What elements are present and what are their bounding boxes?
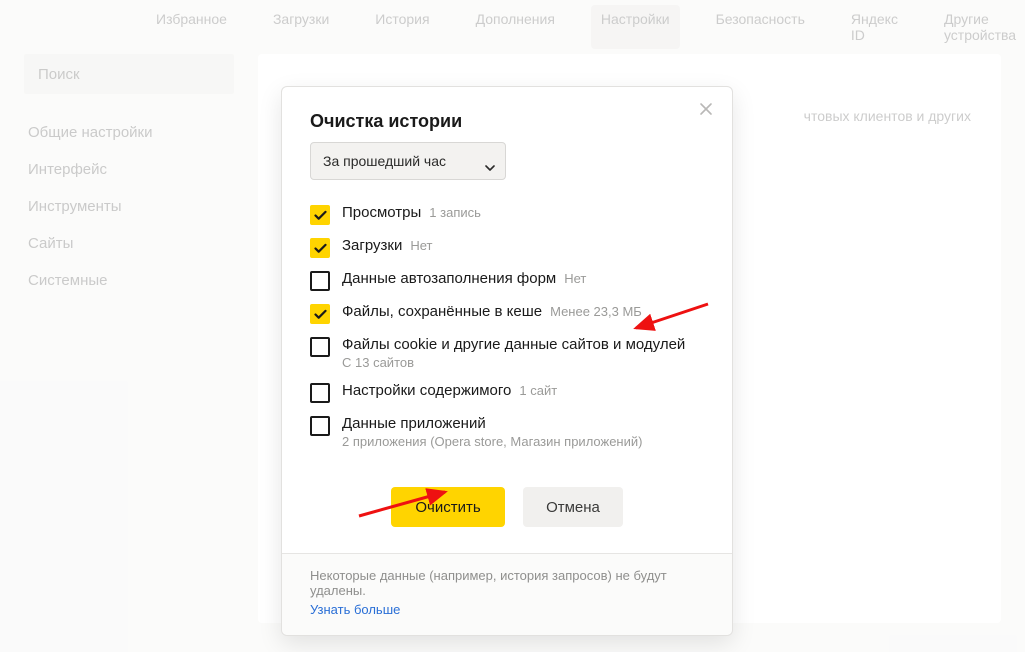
checkbox-label: Файлы cookie и другие данные сайтов и мо… xyxy=(342,336,685,353)
checkbox-label: Данные автозаполнения форм xyxy=(342,270,556,287)
dialog-title: Очистка истории xyxy=(310,111,704,132)
clear-data-list: Просмотры 1 запись Загрузки Нет xyxy=(282,194,732,467)
cancel-button[interactable]: Отмена xyxy=(523,487,623,527)
checkbox-hint: Менее 23,3 МБ xyxy=(550,304,642,319)
list-item-browsing: Просмотры 1 запись xyxy=(310,198,704,231)
checkbox-subtext: С 13 сайтов xyxy=(342,355,685,370)
checkbox-label: Файлы, сохранённые в кеше xyxy=(342,303,542,320)
checkbox-hint: 1 запись xyxy=(429,205,481,220)
checkbox-label: Загрузки xyxy=(342,237,402,254)
checkbox-subtext: 2 приложения (Opera store, Магазин прило… xyxy=(342,434,642,449)
chevron-down-icon xyxy=(485,158,495,174)
close-icon[interactable] xyxy=(698,101,718,121)
checkbox-content-settings[interactable] xyxy=(310,383,330,403)
checkbox-hint: Нет xyxy=(564,271,586,286)
checkbox-hint: 1 сайт xyxy=(519,383,557,398)
checkbox-app-data[interactable] xyxy=(310,416,330,436)
checkbox-browsing[interactable] xyxy=(310,205,330,225)
checkbox-hint: Нет xyxy=(410,238,432,253)
clear-history-dialog: Очистка истории За прошедший час Просмот… xyxy=(281,86,733,636)
list-item-cookies: Файлы cookie и другие данные сайтов и мо… xyxy=(310,330,704,376)
dialog-footer-note: Некоторые данные (например, история запр… xyxy=(310,568,704,598)
list-item-downloads: Загрузки Нет xyxy=(310,231,704,264)
checkbox-cache[interactable] xyxy=(310,304,330,324)
clear-button[interactable]: Очистить xyxy=(391,487,505,527)
checkbox-label: Просмотры xyxy=(342,204,421,221)
time-range-value: За прошедший час xyxy=(323,153,446,169)
list-item-autofill: Данные автозаполнения форм Нет xyxy=(310,264,704,297)
checkbox-downloads[interactable] xyxy=(310,238,330,258)
checkbox-label: Данные приложений xyxy=(342,415,486,432)
list-item-content-settings: Настройки содержимого 1 сайт xyxy=(310,376,704,409)
checkbox-label: Настройки содержимого xyxy=(342,382,511,399)
dialog-learn-more-link[interactable]: Узнать больше xyxy=(310,602,400,617)
time-range-select[interactable]: За прошедший час xyxy=(310,142,506,180)
checkbox-autofill[interactable] xyxy=(310,271,330,291)
list-item-app-data: Данные приложений 2 приложения (Opera st… xyxy=(310,409,704,455)
list-item-cache: Файлы, сохранённые в кеше Менее 23,3 МБ xyxy=(310,297,704,330)
checkbox-cookies[interactable] xyxy=(310,337,330,357)
